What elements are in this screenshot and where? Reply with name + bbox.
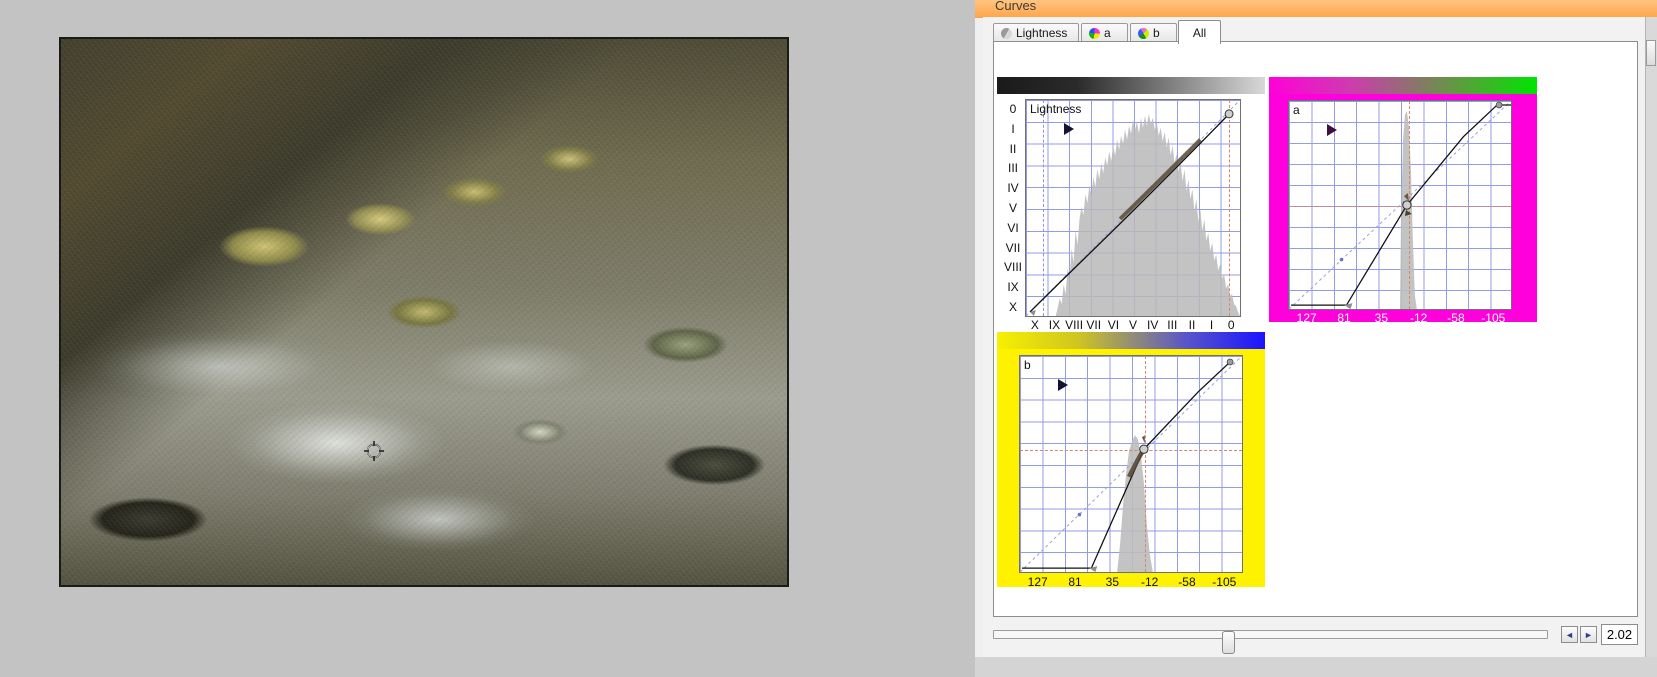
window-right-scrollbar[interactable] xyxy=(1645,17,1657,657)
window-titlebar[interactable]: Curves xyxy=(975,0,1657,18)
y-tick: VIII xyxy=(1003,260,1022,275)
lightness-pointer-icon[interactable] xyxy=(1062,122,1076,136)
lightness-curve[interactable] xyxy=(1026,100,1240,316)
a-x-axis-labels: 127 81 35 -12 -58 -105 xyxy=(1288,311,1512,325)
y-tick: VII xyxy=(1005,240,1021,255)
y-tick: III xyxy=(1007,161,1018,176)
y-tick: I xyxy=(1011,121,1015,136)
x-tick: IX xyxy=(1048,318,1061,332)
photo-texture-overlay xyxy=(61,39,787,585)
y-tick: II xyxy=(1009,141,1017,156)
tab-all[interactable]: All xyxy=(1178,20,1221,44)
curves-window: Curves Lightness a b All 0 I II III IV V… xyxy=(975,0,1657,677)
tab-all-label: All xyxy=(1192,25,1207,40)
zoom-slider-track[interactable] xyxy=(993,630,1548,654)
x-tick: 81 xyxy=(1337,311,1351,325)
channel-a-icon xyxy=(1089,27,1100,39)
a-curve[interactable] xyxy=(1289,101,1511,309)
b-plot[interactable]: b xyxy=(1019,355,1243,573)
lightness-x-axis-labels: X IX VIII VII VI V IV III II I 0 xyxy=(1025,318,1241,332)
y-tick: IV xyxy=(1007,181,1019,196)
app-root: Curves Lightness a b All 0 I II III IV V… xyxy=(0,0,1657,677)
window-bottom-strip xyxy=(975,657,1657,677)
x-tick: X xyxy=(1030,318,1039,332)
b-pointer-icon[interactable] xyxy=(1056,378,1070,392)
zoom-value-field[interactable]: 2.02 xyxy=(1601,624,1638,645)
zoom-slider-thumb[interactable] xyxy=(1222,631,1235,654)
x-tick: -105 xyxy=(1212,575,1237,589)
a-pointer-icon[interactable] xyxy=(1325,123,1339,137)
x-tick: VII xyxy=(1086,318,1102,332)
window-title: Curves xyxy=(995,0,1037,13)
x-tick: 127 xyxy=(1027,575,1048,589)
crosshair-cursor-icon xyxy=(364,441,384,461)
curve-panel-a[interactable]: a 127 81 35 -12 -58 -105 xyxy=(1269,77,1537,325)
lightness-plot[interactable]: Lightness xyxy=(1025,99,1241,317)
curve-panel-lightness[interactable]: 0 I II III IV V VI VII VIII IX X Lightne… xyxy=(997,77,1265,332)
channel-b-icon xyxy=(1138,27,1149,39)
lightness-plot-label: Lightness xyxy=(1030,102,1082,116)
zoom-control-bar: ◄ ► 2.02 xyxy=(993,624,1638,654)
x-tick: -58 xyxy=(1178,575,1196,589)
x-tick: -105 xyxy=(1481,311,1506,325)
a-gradient-bar xyxy=(1269,77,1537,94)
x-tick: -12 xyxy=(1140,575,1159,589)
a-plot[interactable]: a xyxy=(1288,100,1512,310)
y-tick: 0 xyxy=(1009,101,1017,116)
lightness-gradient-bar xyxy=(997,77,1265,94)
x-tick: I xyxy=(1209,318,1214,332)
tab-b-label: b xyxy=(1153,26,1160,40)
curves-tab-content: 0 I II III IV V VI VII VIII IX X Lightne… xyxy=(993,41,1638,617)
tab-b[interactable]: b xyxy=(1130,23,1177,42)
image-canvas-area[interactable] xyxy=(0,0,975,677)
channel-lightness-icon xyxy=(1001,27,1012,39)
x-tick: II xyxy=(1188,318,1196,332)
b-gradient-bar xyxy=(997,332,1265,349)
x-tick: III xyxy=(1167,318,1178,332)
right-arrow-icon: ► xyxy=(1584,629,1593,640)
x-tick: 127 xyxy=(1296,311,1317,325)
a-plot-label: a xyxy=(1293,103,1300,117)
tab-a-label: a xyxy=(1104,26,1111,40)
window-right-scrollbar-thumb[interactable] xyxy=(1646,40,1656,66)
b-plot-label: b xyxy=(1024,358,1031,372)
zoom-increment-button[interactable]: ► xyxy=(1580,626,1597,643)
tab-lightness-label: Lightness xyxy=(1016,26,1068,40)
y-tick: VI xyxy=(1007,220,1019,235)
tab-lightness[interactable]: Lightness xyxy=(993,23,1079,42)
x-tick: IV xyxy=(1146,318,1159,332)
x-tick: -58 xyxy=(1447,311,1465,325)
curves-window-body: Lightness a b All 0 I II III IV V VI VII… xyxy=(983,17,1649,669)
x-tick: VIII xyxy=(1065,318,1084,332)
curve-panel-b[interactable]: b 127 81 35 -12 -58 -105 xyxy=(997,332,1265,589)
x-tick: 35 xyxy=(1105,575,1119,589)
x-tick: 35 xyxy=(1374,311,1388,325)
y-tick: X xyxy=(1008,300,1017,315)
lightness-y-axis-labels: 0 I II III IV V VI VII VIII IX X xyxy=(1003,99,1023,317)
left-arrow-icon: ◄ xyxy=(1565,629,1574,640)
b-x-axis-labels: 127 81 35 -12 -58 -105 xyxy=(1019,575,1243,589)
y-tick: V xyxy=(1008,200,1017,215)
photo-frame[interactable] xyxy=(59,37,789,587)
b-curve[interactable] xyxy=(1020,356,1242,572)
x-tick: 0 xyxy=(1227,318,1235,332)
tab-a[interactable]: a xyxy=(1081,23,1128,42)
x-tick: -12 xyxy=(1409,311,1428,325)
x-tick: 81 xyxy=(1068,575,1082,589)
x-tick: V xyxy=(1129,318,1138,332)
zoom-decrement-button[interactable]: ◄ xyxy=(1561,626,1578,643)
y-tick: IX xyxy=(1007,280,1019,295)
zoom-value-text: 2.02 xyxy=(1606,627,1633,642)
x-tick: VI xyxy=(1107,318,1120,332)
